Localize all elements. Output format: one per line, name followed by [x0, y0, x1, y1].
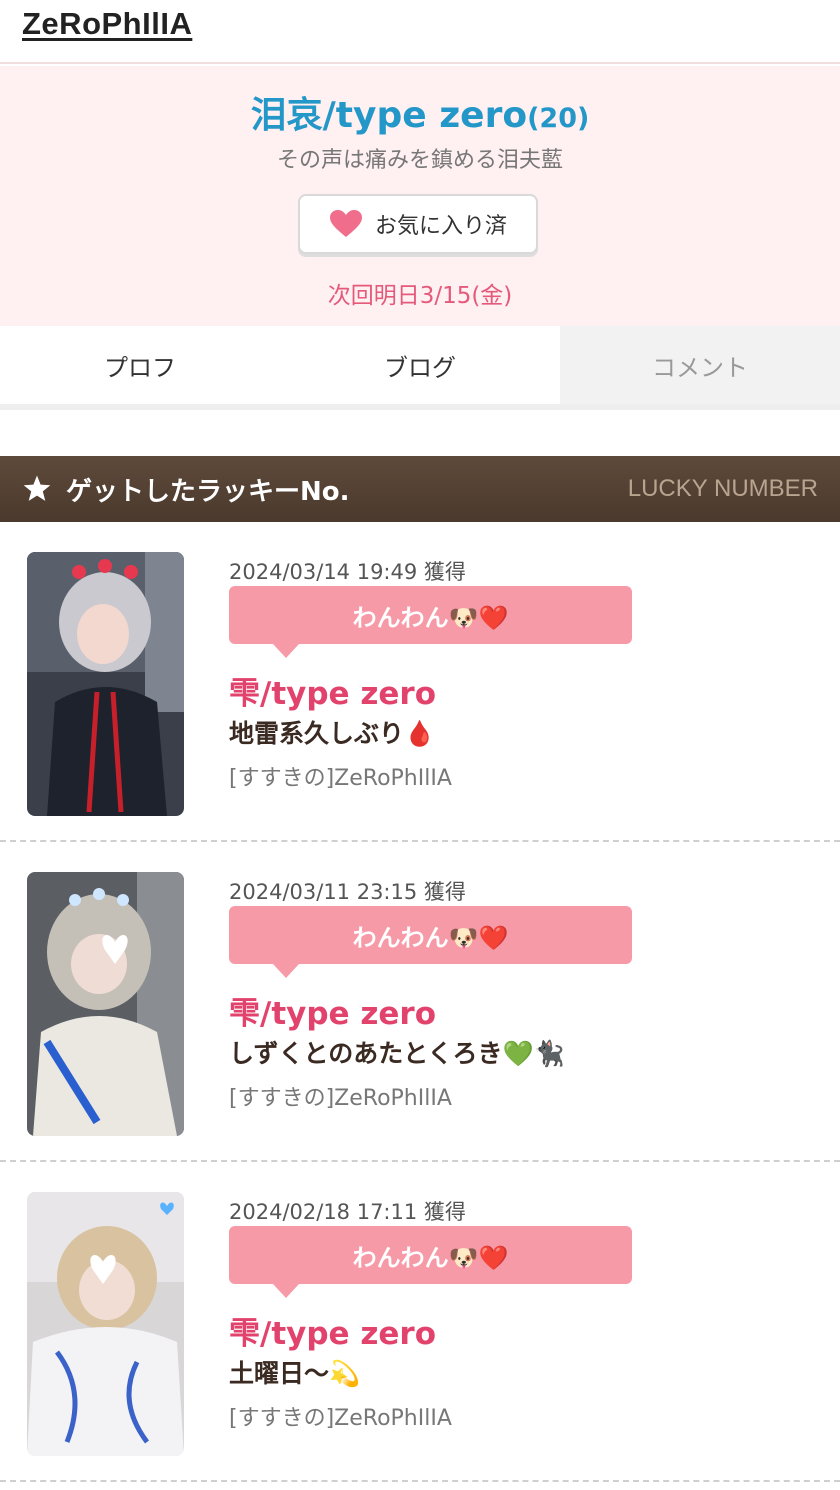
lucky-entry[interactable]: 2024/03/11 23:15 獲得 わんわん🐶❤️ 雫/type zero …: [0, 842, 840, 1162]
profile-tabs: プロフ ブログ コメント: [0, 326, 840, 410]
profile-panel: 泪哀/type zero(20) その声は痛みを鎮める泪夫藍 お気に入り済 次回…: [0, 66, 840, 326]
section-title: ゲットしたラッキーNo.: [66, 476, 350, 507]
lucky-number-bubble: わんわん🐶❤️: [229, 1226, 632, 1298]
favorite-button-label: お気に入り済: [374, 214, 507, 239]
lucky-number-bubble: わんわん🐶❤️: [229, 906, 632, 978]
blog-title-link[interactable]: しずくとのあたとくろき💚🐈‍⬛: [229, 1034, 565, 1070]
cast-photo-thumbnail[interactable]: [27, 872, 184, 1136]
lucky-entry[interactable]: 2024/02/18 17:11 獲得 わんわん🐶❤️ 雫/type zero …: [0, 1162, 840, 1482]
store-name: [すすきの]ZeRoPhIlIA: [229, 1086, 452, 1111]
acquired-date: 2024/02/18 17:11 獲得: [229, 1200, 466, 1224]
cast-catchphrase: その声は痛みを鎮める泪夫藍: [276, 148, 563, 173]
tab-blog[interactable]: ブログ: [280, 326, 560, 404]
heart-icon: [329, 210, 362, 237]
store-name: [すすきの]ZeRoPhIlIA: [229, 1406, 452, 1431]
favorite-button[interactable]: お気に入り済: [298, 194, 538, 254]
cast-age: (20): [527, 103, 590, 134]
cast-name-link[interactable]: 雫/type zero: [229, 1308, 436, 1353]
blog-title-link[interactable]: 地雷系久しぶり🩸: [229, 714, 435, 750]
cast-name-row: 泪哀/type zero(20): [0, 86, 840, 138]
section-subtitle: LUCKY NUMBER: [627, 475, 818, 502]
cast-photo-thumbnail[interactable]: [27, 552, 184, 816]
cast-name: 泪哀/type zero: [250, 95, 528, 136]
cast-name-link[interactable]: 雫/type zero: [229, 988, 436, 1033]
site-header: ZeRoPhIlIA: [0, 0, 840, 64]
lucky-entry[interactable]: 2024/03/14 19:49 獲得 わんわん🐶❤️ 雫/type zero …: [0, 522, 840, 842]
acquired-date: 2024/03/11 23:15 獲得: [229, 880, 466, 904]
blog-title-link[interactable]: 土曜日〜💫: [229, 1354, 360, 1390]
tab-profile[interactable]: プロフ: [0, 326, 280, 404]
acquired-date: 2024/03/14 19:49 獲得: [229, 560, 466, 584]
site-logo[interactable]: ZeRoPhIlIA: [22, 6, 192, 42]
lucky-number-header: ゲットしたラッキーNo. LUCKY NUMBER: [0, 456, 840, 522]
store-name: [すすきの]ZeRoPhIlIA: [229, 766, 452, 791]
lucky-number-bubble: わんわん🐶❤️: [229, 586, 632, 658]
cast-photo-thumbnail[interactable]: [27, 1192, 184, 1456]
cast-name-link[interactable]: 雫/type zero: [229, 668, 436, 713]
next-schedule: 次回明日3/15(金): [327, 283, 513, 309]
star-icon: [23, 475, 51, 501]
tab-comment[interactable]: コメント: [560, 326, 840, 404]
